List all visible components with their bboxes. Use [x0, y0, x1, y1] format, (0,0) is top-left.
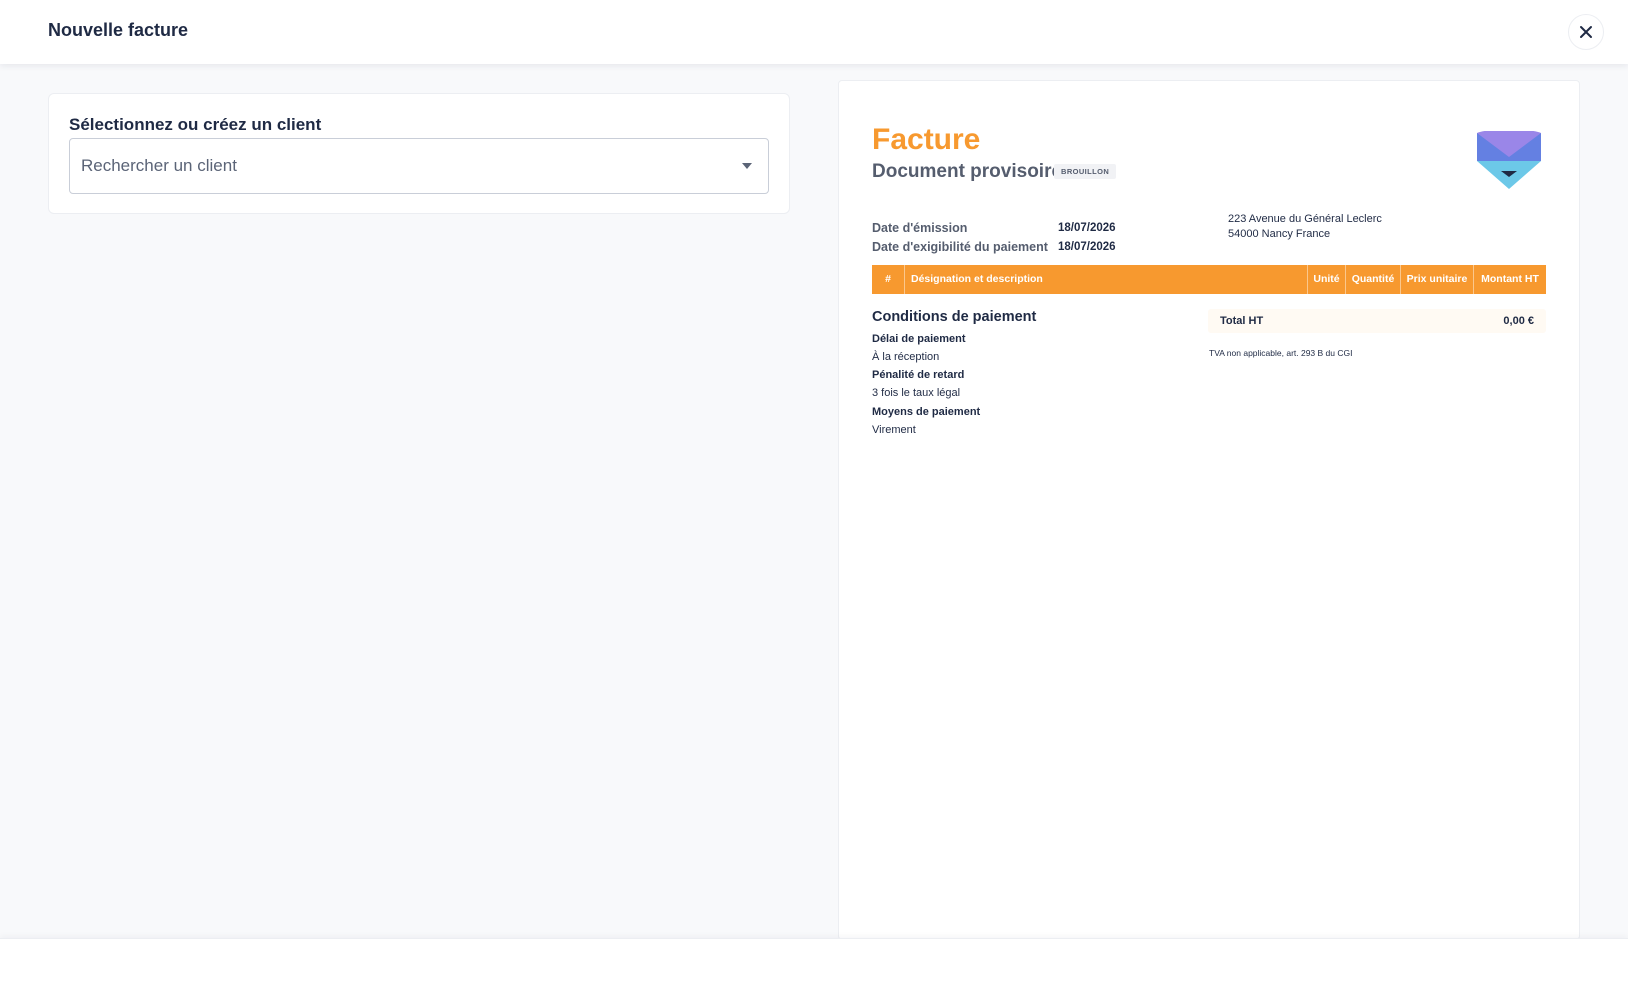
- column-header-designation: Désignation et description: [905, 265, 1308, 294]
- total-ht-row: Total HT 0,00 €: [1208, 309, 1546, 333]
- total-ht-label: Total HT: [1220, 315, 1264, 327]
- address-line: 223 Avenue du Général Leclerc: [1228, 213, 1382, 225]
- close-button[interactable]: [1568, 14, 1604, 50]
- payment-methods-value: Virement: [872, 424, 916, 436]
- invoice-preview: Facture Document provisoire BROUILLON Da…: [838, 80, 1580, 940]
- page-title: Nouvelle facture: [48, 20, 189, 40]
- total-ht-value: 0,00 €: [1503, 315, 1534, 327]
- client-selection-label: Sélectionnez ou créez un client: [69, 115, 322, 134]
- payment-methods-label: Moyens de paiement: [872, 406, 981, 418]
- client-search-input[interactable]: [81, 139, 721, 193]
- tva-note: TVA non applicable, art. 293 B du CGI: [1209, 348, 1353, 358]
- invoice-table-header: # Désignation et description Unité Quant…: [872, 265, 1546, 294]
- due-date-value: 18/07/2026: [1058, 241, 1116, 253]
- payment-conditions-title: Conditions de paiement: [872, 309, 1037, 325]
- status-badge: BROUILLON: [1054, 164, 1117, 179]
- invoice-subtitle: Document provisoire: [872, 161, 1063, 182]
- issue-date-label: Date d'émission: [872, 221, 968, 235]
- column-header-unit: Unité: [1308, 265, 1346, 294]
- invoice-title: Facture: [872, 123, 981, 156]
- client-selection-card: Sélectionnez ou créez un client: [48, 93, 790, 214]
- caret-down-icon[interactable]: [742, 163, 752, 169]
- close-icon: [1580, 26, 1592, 38]
- company-logo-icon: [1477, 131, 1541, 189]
- payment-delay-value: À la réception: [872, 351, 940, 363]
- late-penalty-value: 3 fois le taux légal: [872, 387, 961, 399]
- column-header-amount: Montant HT: [1481, 273, 1539, 285]
- client-search-select[interactable]: [69, 138, 769, 194]
- payment-delay-label: Délai de paiement: [872, 333, 966, 345]
- due-date-label: Date d'exigibilité du paiement: [872, 240, 1048, 254]
- modal-header: Nouvelle facture: [0, 0, 1628, 64]
- modal-footer: [0, 938, 1628, 1002]
- late-penalty-label: Pénalité de retard: [872, 369, 965, 381]
- column-header-quantity: Quantité: [1346, 265, 1401, 294]
- column-header-number: #: [872, 265, 905, 294]
- issue-date-value: 18/07/2026: [1058, 222, 1116, 234]
- address-line: 54000 Nancy France: [1228, 228, 1331, 240]
- column-header-unit-price: Prix unitaire: [1401, 265, 1474, 294]
